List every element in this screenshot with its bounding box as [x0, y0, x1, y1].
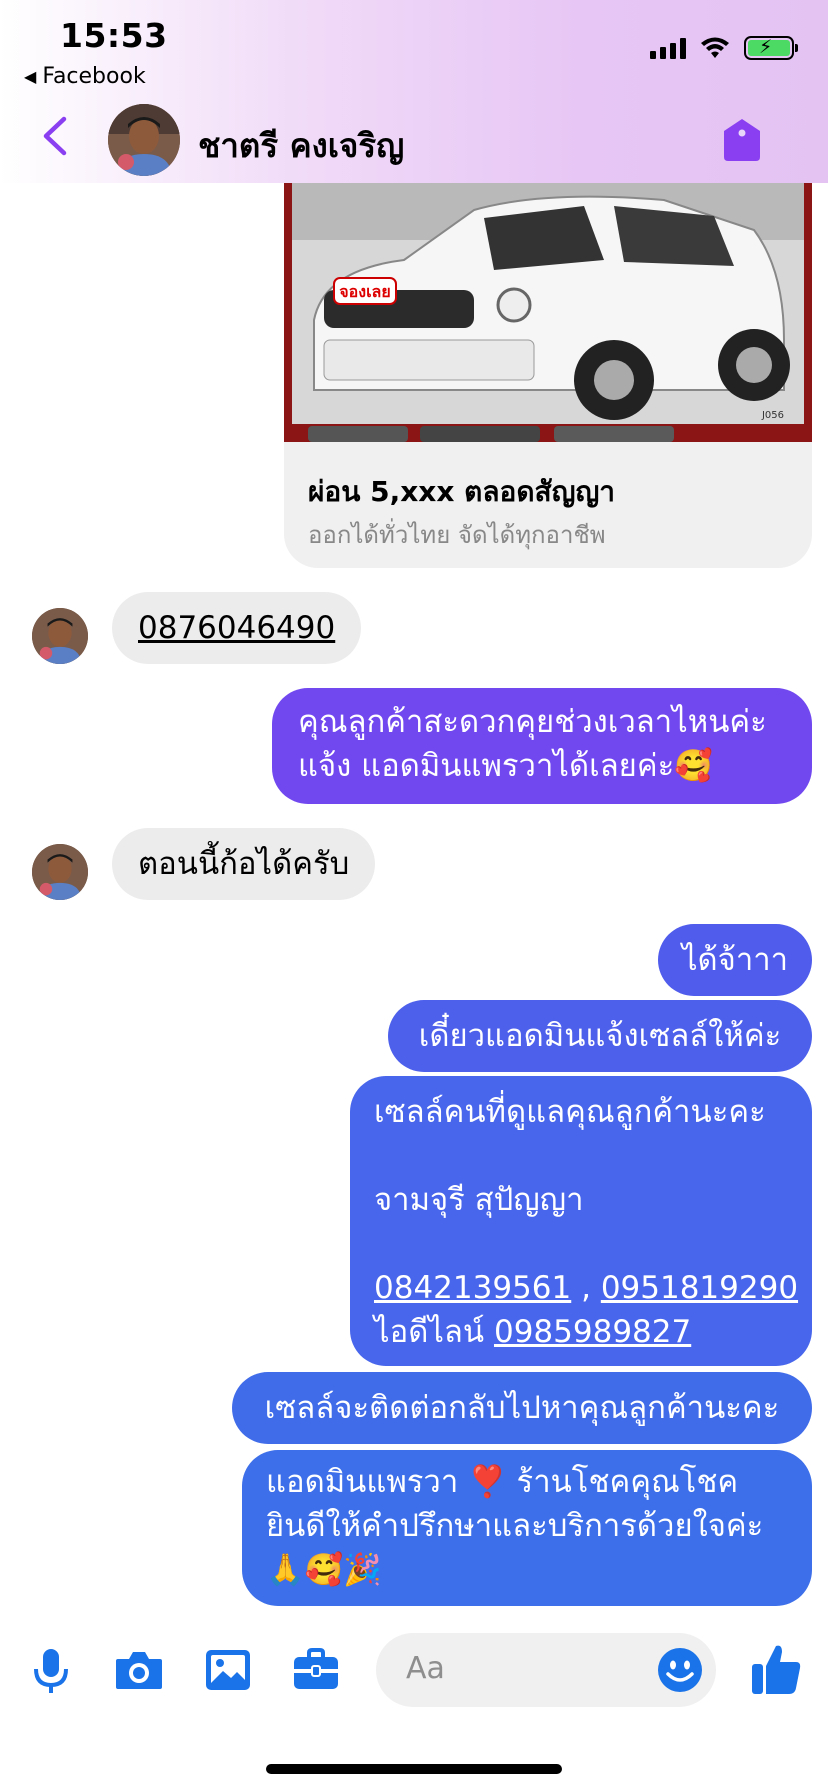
like-icon[interactable] — [750, 1642, 802, 1696]
back-to-app-link[interactable]: ◀ Facebook — [24, 64, 146, 89]
svg-text:จองเลย: จองเลย — [339, 282, 390, 301]
message-bubble-outgoing[interactable]: เซลล์จะติดต่อกลับไปหาคุณลูกค้านะคะ — [232, 1372, 812, 1444]
car-image: จองเลย J056 — [284, 170, 812, 442]
sender-avatar-image — [32, 608, 88, 664]
back-app-label: Facebook — [42, 64, 146, 89]
phone-line: 0842139561 , 0951819290 — [374, 1266, 798, 1310]
message-text: เดี๋ยวแอดมินแจ้งเซลล์ให้ค่ะ — [418, 1018, 782, 1054]
message-input-placeholder: Aa — [406, 1651, 445, 1686]
promo-sticker: จองเลย — [333, 277, 397, 305]
emoji-icon[interactable] — [656, 1646, 704, 1694]
message-line: เซลล์คนที่ดูแลคุณลูกค้านะคะ — [374, 1094, 766, 1130]
tag-icon[interactable] — [722, 117, 762, 163]
message-bubble-outgoing[interactable]: คุณลูกค้าสะดวกคุยช่วงเวลาไหนค่ะ แจ้ง แอด… — [272, 688, 812, 804]
status-time: 15:53 — [60, 16, 168, 55]
composer-bar: Aa — [0, 1620, 828, 1720]
sender-avatar[interactable] — [32, 844, 88, 900]
message-line: คุณลูกค้าสะดวกคุยช่วงเวลาไหนค่ะ — [298, 704, 767, 740]
message-bubble-incoming[interactable]: 0876046490 — [112, 592, 362, 664]
wifi-icon — [701, 37, 729, 58]
message-text: เซลล์จะติดต่อกลับไปหาคุณลูกค้านะคะ — [264, 1390, 780, 1426]
phone-link[interactable]: 0951819290 — [601, 1270, 798, 1306]
header-bar: 15:53 ◀ Facebook ⚡ ชาตรี คงเจริญ — [0, 0, 828, 183]
line-id-link[interactable]: 0985989827 — [494, 1314, 691, 1350]
message-line: แอดมินแพรวา ❣️ ร้านโชคคุณโชค — [266, 1464, 739, 1500]
message-input[interactable]: Aa — [376, 1633, 716, 1707]
microphone-icon[interactable] — [26, 1645, 76, 1695]
message-line: แจ้ง แอดมินแพรวาได้เลยค่ะ🥰 — [298, 748, 713, 784]
message-bubble-outgoing[interactable]: ได้จ้าาา — [658, 924, 812, 996]
product-title: ผ่อน 5,xxx ตลอดสัญญา — [308, 475, 616, 508]
briefcase-icon[interactable] — [291, 1645, 341, 1695]
product-subtitle: ออกได้ทั่วไทย จัดได้ทุกอาชีพ — [308, 521, 606, 549]
message-text: ตอนนี้ก้อได้ครับ — [138, 846, 350, 882]
message-bubble-outgoing[interactable]: แอดมินแพรวา ❣️ ร้านโชคคุณโชค ยินดีให้คำป… — [242, 1450, 812, 1606]
contact-avatar-image — [108, 104, 180, 176]
contact-avatar[interactable] — [108, 104, 180, 176]
message-line: ยินดีให้คำปรึกษาและบริการด้วยใจค่ะ — [266, 1508, 764, 1544]
battery-icon: ⚡ — [744, 36, 798, 60]
back-triangle-icon: ◀ — [24, 67, 37, 86]
back-chevron-icon[interactable] — [40, 116, 70, 156]
signal-icon — [650, 37, 686, 59]
phone-link[interactable]: 0876046490 — [138, 606, 335, 650]
sender-avatar-image — [32, 844, 88, 900]
message-line: 🙏🥰🎉 — [266, 1552, 382, 1588]
message-bubble-outgoing[interactable]: เซลล์คนที่ดูแลคุณลูกค้านะคะ จามจุรี สุปั… — [350, 1076, 812, 1366]
line-id-label: ไอดีไลน์ — [374, 1314, 485, 1350]
sender-avatar[interactable] — [32, 608, 88, 664]
contact-name[interactable]: ชาตรี คงเจริญ — [198, 119, 404, 172]
message-bubble-outgoing[interactable]: เดี๋ยวแอดมินแจ้งเซลล์ให้ค่ะ — [388, 1000, 812, 1072]
product-card[interactable]: จองเลย J056 ผ่อน 5,xxx ตลอดสัญญา ออกได้ท… — [284, 170, 812, 568]
status-icons: ⚡ — [650, 36, 798, 60]
phone-link[interactable]: 0842139561 — [374, 1270, 571, 1306]
camera-icon[interactable] — [114, 1645, 164, 1695]
message-bubble-incoming[interactable]: ตอนนี้ก้อได้ครับ — [112, 828, 376, 900]
line-id-line: ไอดีไลน์ 0985989827 — [374, 1310, 788, 1354]
message-text: ได้จ้าาา — [681, 942, 789, 978]
separator: , — [581, 1270, 591, 1306]
svg-text:J056: J056 — [761, 410, 784, 421]
home-indicator[interactable] — [266, 1764, 562, 1774]
message-line: จามจุรี สุปัญญา — [374, 1182, 584, 1218]
image-icon[interactable] — [203, 1645, 253, 1695]
